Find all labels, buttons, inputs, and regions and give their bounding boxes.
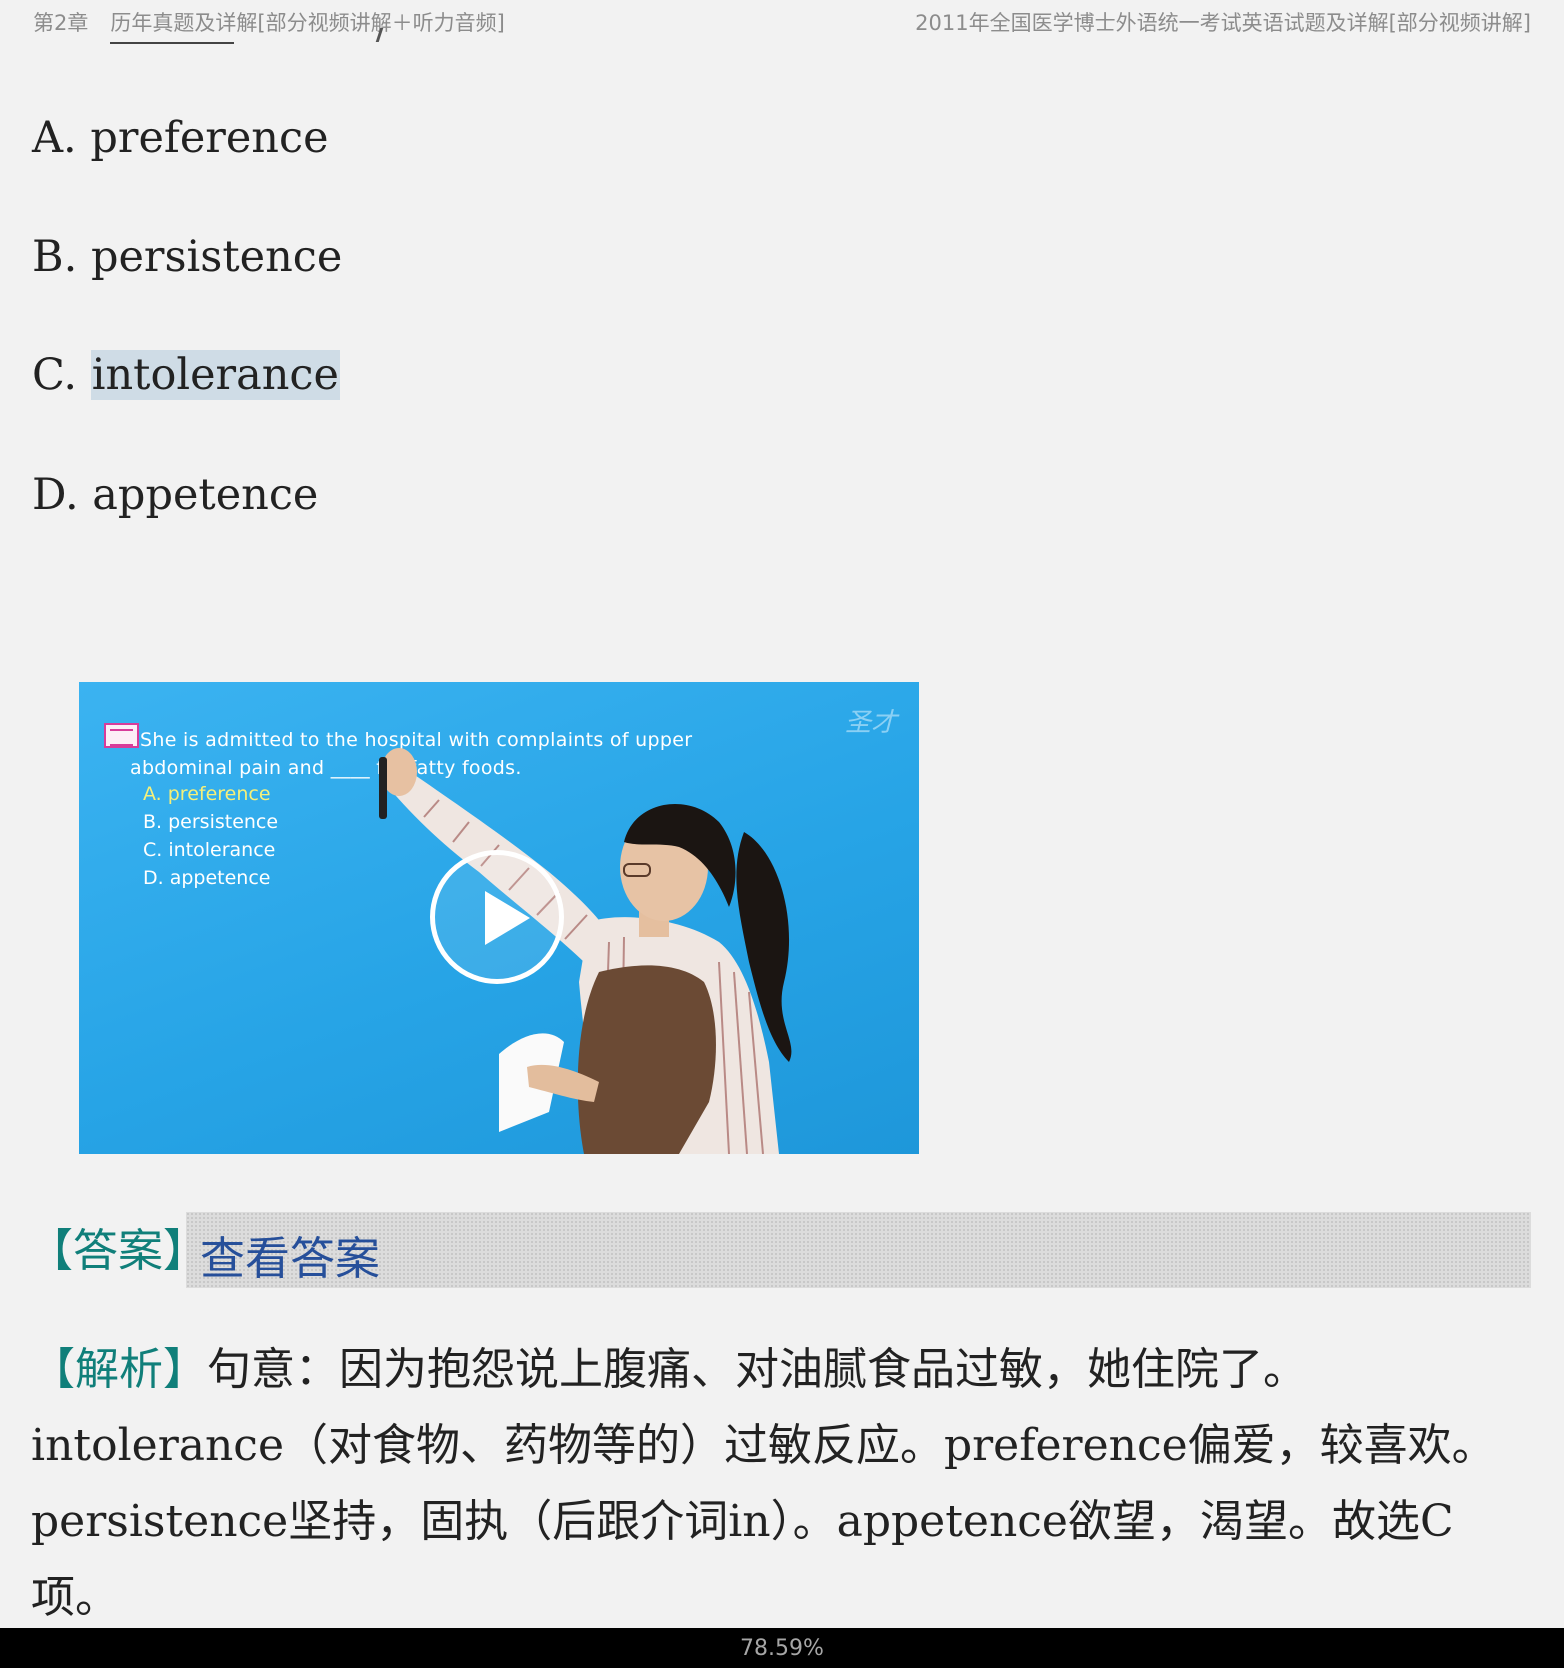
reading-progress: 78.59% <box>740 1636 824 1661</box>
analysis-section: 【解析】句意：因为抱怨说上腹痛、对油腻食品过敏，她住院了。 intoleranc… <box>31 1332 1536 1636</box>
book-title: 2011年全国医学博士外语统一考试英语试题及详解[部分视频讲解] <box>915 11 1531 35</box>
option-text: persistence <box>90 232 343 282</box>
option-letter: B. <box>32 232 78 282</box>
analysis-line: 【解析】句意：因为抱怨说上腹痛、对油腻食品过敏，她住院了。 <box>31 1332 1536 1408</box>
option-c: C. intolerance <box>32 350 340 400</box>
view-answer-link[interactable]: 查看答案 <box>200 1222 380 1287</box>
option-letter: A. <box>32 113 77 163</box>
answer-reveal-box[interactable] <box>186 1212 1531 1288</box>
cropped-text-fragment <box>372 28 390 44</box>
question-blank-fragment <box>110 42 234 44</box>
analysis-line: 项。 <box>31 1572 119 1623</box>
play-icon[interactable] <box>430 850 564 984</box>
answer-label: 【答案】 <box>28 1214 208 1279</box>
analysis-line: persistence坚持，固执（后跟介词in）。appetence欲望，渴望。… <box>31 1496 1454 1547</box>
analysis-sentence: 句意：因为抱怨说上腹痛、对油腻食品过敏，她住院了。 <box>207 1344 1307 1395</box>
option-text: preference <box>90 113 329 163</box>
section-title: 历年真题及详解[部分视频讲解＋听力音频] <box>110 11 505 35</box>
video-player[interactable]: She is admitted to the hospital with com… <box>79 682 919 1154</box>
page-header: 第2章 历年真题及详解[部分视频讲解＋听力音频] 2011年全国医学博士外语统一考… <box>0 0 1564 44</box>
answer-label-text: 【答案】 <box>28 1224 209 1277</box>
analysis-line: intolerance（对食物、药物等的）过敏反应。preference偏爱，较… <box>31 1420 1496 1471</box>
option-a: A. preference <box>32 113 329 163</box>
option-text: appetence <box>92 470 319 520</box>
chapter-breadcrumb: 第2章 历年真题及详解[部分视频讲解＋听力音频] <box>33 7 505 37</box>
option-d: D. appetence <box>32 470 318 520</box>
option-letter: C. <box>32 350 78 400</box>
reader-status-bar: 78.59% <box>0 1628 1564 1668</box>
analysis-label: 【解析】 <box>31 1344 207 1395</box>
chapter-number: 第2章 <box>33 11 89 35</box>
option-letter: D. <box>32 470 79 520</box>
option-b: B. persistence <box>32 232 342 282</box>
option-text-highlighted[interactable]: intolerance <box>90 350 340 400</box>
